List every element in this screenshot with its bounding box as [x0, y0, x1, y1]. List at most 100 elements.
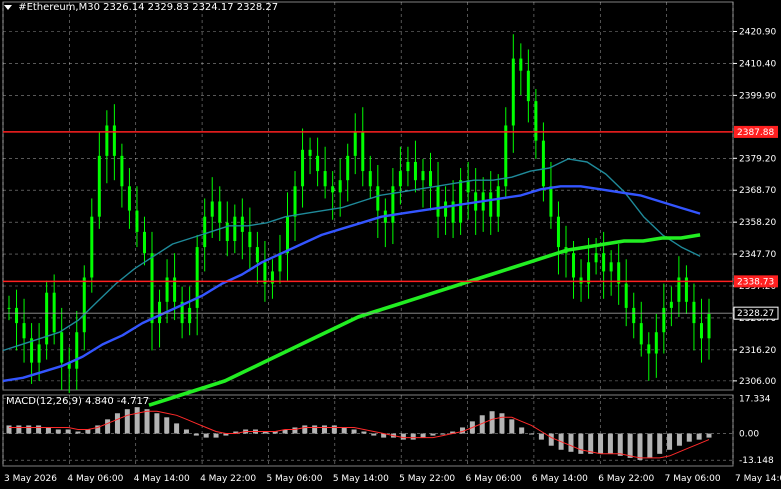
price-panel-frame: [2, 1, 734, 391]
macd-histogram-bar: [26, 425, 32, 434]
candle-body: [579, 277, 583, 284]
candle-body: [361, 131, 365, 172]
trading-chart-window[interactable]: #Ethereum,M30 2326.14 2329.83 2324.17 23…: [0, 0, 781, 489]
macd-histogram-bar: [440, 433, 446, 435]
candle-body: [233, 216, 237, 242]
macd-histogram-bar: [696, 433, 702, 440]
time-axis-label: 7 May 14:00: [735, 474, 781, 484]
price-axis-label: 2368.70: [739, 186, 776, 196]
macd-histogram-bar: [164, 417, 170, 434]
macd-histogram-bar: [578, 433, 584, 454]
macd-axis-label: 0.00: [739, 430, 759, 440]
candle-body: [248, 231, 252, 248]
candle-body: [293, 186, 297, 217]
macd-histogram-bar: [400, 433, 406, 440]
macd-histogram-bar: [706, 433, 712, 438]
macd-histogram-bar: [75, 431, 81, 434]
macd-histogram-bar: [627, 433, 633, 458]
candle-body: [112, 125, 116, 156]
macd-histogram-bar: [371, 433, 377, 436]
candle-body: [22, 323, 26, 339]
macd-histogram-bar: [538, 433, 544, 440]
macd-axis-label: 17.334: [739, 394, 771, 404]
macd-histogram-bar: [65, 429, 71, 434]
time-axis-label: 4 May 06:00: [67, 474, 123, 484]
candle-body: [669, 301, 673, 308]
macd-histogram-bar: [410, 433, 416, 440]
moving-average-slow-line: [148, 233, 701, 407]
candle-body: [263, 262, 267, 284]
candle-body: [398, 171, 402, 187]
macd-histogram-bar: [105, 419, 111, 434]
macd-histogram-bar: [174, 423, 180, 434]
candle-body: [75, 332, 79, 369]
candle-body: [391, 186, 395, 223]
candle-body: [699, 323, 703, 339]
time-axis-label: 5 May 14:00: [333, 474, 389, 484]
time-axis-label: 7 May 06:00: [665, 474, 721, 484]
macd-histogram-bar: [667, 433, 673, 450]
candle-body: [97, 155, 101, 217]
chevron-down-icon[interactable]: [4, 4, 12, 10]
candle-body: [707, 313, 711, 339]
macd-histogram-bar: [647, 433, 653, 458]
macd-histogram-bar: [607, 433, 613, 454]
macd-histogram-bar: [45, 427, 51, 434]
candle-body: [331, 186, 335, 193]
candle-body: [316, 155, 320, 172]
candle-body: [647, 344, 651, 354]
candle-body: [353, 131, 357, 156]
time-axis-label: 4 May 14:00: [134, 474, 190, 484]
candle-body: [376, 186, 380, 211]
price-axis-label: 2358.20: [739, 218, 776, 228]
candle-body: [255, 247, 259, 263]
symbol-label: #Ethereum,M30: [18, 2, 100, 13]
candle-body: [368, 171, 372, 187]
macd-histogram-bar: [154, 413, 160, 434]
candle-body: [135, 210, 139, 232]
candle-body: [127, 186, 131, 211]
candle-body: [429, 171, 433, 187]
macd-histogram-bar: [183, 429, 189, 434]
candle-body: [572, 253, 576, 278]
macd-histogram-bar: [85, 429, 91, 434]
macd-histogram-bar: [203, 433, 209, 438]
macd-histogram-bar: [548, 433, 554, 446]
macd-indicator-label: MACD(12,26,9) 4.840 -4.717: [6, 396, 150, 407]
price-axis-label: 2410.40: [739, 59, 776, 69]
macd-histogram-bar: [6, 425, 12, 434]
ohlc-values: 2326.14 2329.83 2324.17 2328.27: [103, 2, 279, 13]
chart-title: #Ethereum,M30 2326.14 2329.83 2324.17 23…: [4, 2, 278, 13]
macd-axis-label: -13.148: [739, 456, 774, 466]
macd-histogram-bar: [331, 425, 337, 434]
candle-body: [632, 307, 636, 324]
macd-histogram-bar: [292, 427, 298, 434]
candle-body: [52, 292, 56, 333]
macd-histogram-bar: [499, 413, 505, 434]
candle-body: [489, 192, 493, 217]
candle-body: [549, 186, 553, 217]
candle-body: [692, 301, 696, 324]
macd-histogram-bar: [321, 425, 327, 434]
candle-body: [541, 140, 545, 187]
macd-histogram-bar: [302, 425, 308, 434]
macd-histogram-bar: [568, 433, 574, 452]
candle-body: [594, 253, 598, 263]
candle-body: [436, 186, 440, 217]
macd-histogram-bar: [529, 433, 535, 435]
candle-body: [240, 216, 244, 232]
price-axis-label: 2316.20: [739, 346, 776, 356]
candle-body: [519, 58, 523, 71]
candle-body: [308, 149, 312, 156]
macd-histogram-bar: [657, 433, 663, 454]
macd-histogram-bar: [134, 407, 140, 434]
candle-body: [602, 253, 606, 272]
moving-average-mid-line: [2, 185, 701, 383]
chart-canvas[interactable]: 3 May 2026 4 May 06:00 4 May 14:00 4 May 22…: [0, 0, 781, 489]
candle-body: [459, 180, 463, 223]
candle-body: [150, 253, 154, 324]
candle-body: [338, 180, 342, 193]
macd-histogram-bar: [351, 429, 357, 434]
candle-body: [556, 216, 560, 248]
time-axis-label: 6 May 22:00: [598, 474, 654, 484]
